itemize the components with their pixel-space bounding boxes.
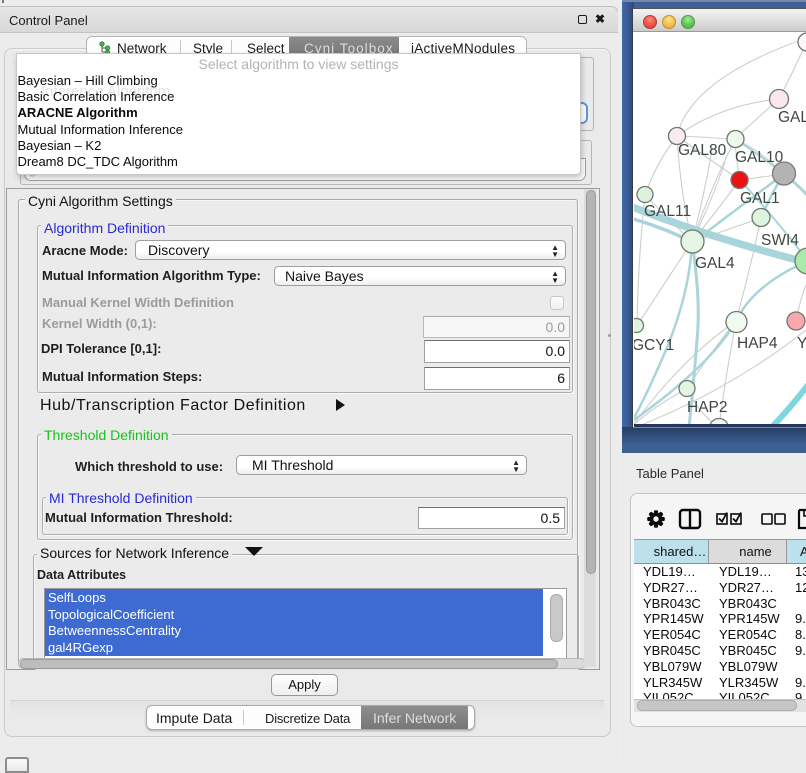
svg-text:GAL7: GAL7 [778,109,806,126]
svg-text:GAL10: GAL10 [735,149,784,166]
svg-text:GAL11: GAL11 [644,203,691,220]
svg-text:SWI4: SWI4 [761,232,799,249]
svg-text:GCY1: GCY1 [634,337,674,354]
svg-text:GAL4: GAL4 [695,255,735,272]
svg-text:Y: Y [797,335,806,352]
svg-text:HAP4: HAP4 [737,335,778,352]
svg-text:GAL80: GAL80 [678,142,727,159]
svg-text:HAP2: HAP2 [687,399,728,416]
svg-text:GAL1: GAL1 [740,190,780,207]
